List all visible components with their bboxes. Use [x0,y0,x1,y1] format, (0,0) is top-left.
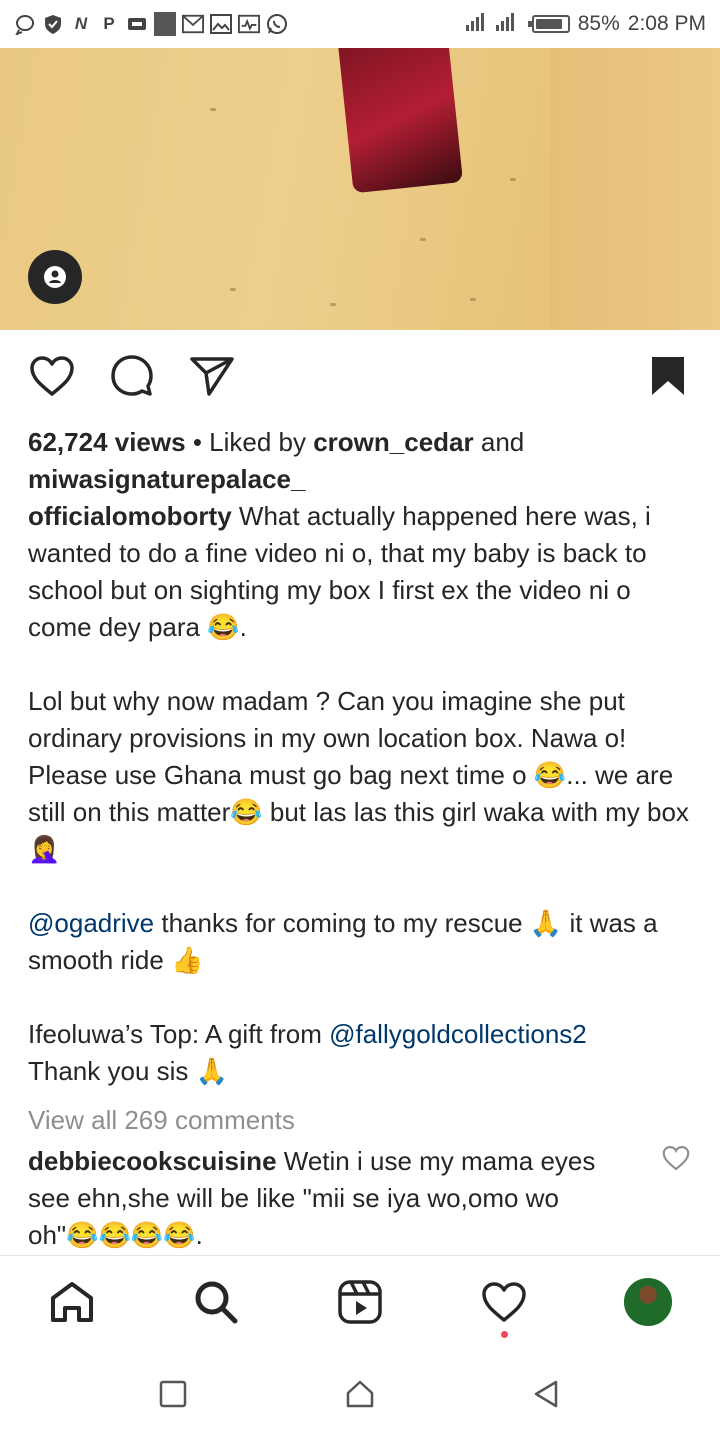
nav-home[interactable] [42,1272,102,1332]
caption-text: Thank you sis 🙏 [28,1056,229,1086]
nav-activity[interactable] [474,1272,534,1338]
view-all-comments-link[interactable]: View all 269 comments [28,1102,295,1139]
nav-search[interactable] [186,1272,246,1332]
caption-paragraph: @ogadrive thanks for coming to my rescue… [28,905,700,979]
post-video[interactable] [0,48,720,330]
share-button[interactable] [188,352,236,400]
home-icon [51,1281,93,1322]
post-text: 62,724 views • Liked by crown_cedar and … [28,424,700,1090]
bottom-navigation [0,1255,720,1347]
whatsapp-icon [266,13,288,35]
caption-username[interactable]: officialomoborty [28,501,232,531]
sand-speck [330,303,336,306]
sand-speck [210,108,216,111]
person-icon [44,266,66,288]
nav-reels[interactable] [330,1272,390,1332]
pulse-icon [238,13,260,35]
clock: 2:08 PM [627,12,706,35]
caption-paragraph: officialomoborty What actually happened … [28,498,700,646]
save-button[interactable] [644,352,692,400]
signal-icon [464,9,524,39]
caption-paragraph: Ifeoluwa’s Top: A gift from @fallygoldco… [28,1016,700,1090]
shield-icon [42,13,64,35]
notification-icons: N P [14,12,288,36]
battery-icon [527,15,570,33]
video-frame-edge [550,48,720,330]
search-icon [195,1281,238,1323]
post-actions [28,350,692,402]
caption-text: Ifeoluwa’s Top: A gift from [28,1019,322,1049]
p-icon: P [103,14,115,33]
message-icon [14,13,36,35]
home-button[interactable] [338,1372,382,1416]
heart-icon [30,356,74,396]
square-icon [160,1380,187,1407]
recents-button[interactable] [151,1372,195,1416]
heart-icon [482,1281,526,1322]
post-stats: 62,724 views • Liked by crown_cedar and … [28,424,700,498]
notification-dot [501,1330,508,1338]
comment-button[interactable] [108,352,156,400]
comment-icon [111,355,153,396]
square-icon [154,12,176,36]
gallery-icon [210,13,232,35]
system-navigation [0,1347,720,1440]
separator: • [192,427,210,457]
comment-like-button[interactable] [662,1145,690,1173]
comment-username[interactable]: debbiecookscuisine [28,1146,277,1176]
caption-paragraph: Lol but why now madam ? Can you imagine … [28,683,700,868]
liked-by-label: Liked by [209,427,306,457]
sand-speck [470,298,476,301]
liker-username[interactable]: crown_cedar [313,427,473,457]
comment-preview: debbiecookscuisine Wetin i use my mama e… [28,1143,628,1254]
caption-text: Lol but why now madam ? Can you imagine … [28,686,689,864]
liker-username[interactable]: miwasignaturepalace_ [28,464,305,494]
heart-icon [662,1145,690,1171]
status-bar: N P 85% 2:08 PM [0,0,720,48]
battery-level: 85% [577,12,620,35]
back-triangle-icon [534,1380,557,1407]
views-count[interactable]: 62,724 views [28,427,186,457]
sim-icon [126,13,148,35]
sand-speck [510,178,516,181]
nav-profile[interactable] [618,1272,678,1332]
mention-link[interactable]: @ogadrive [28,908,154,938]
send-icon [190,357,234,396]
like-button[interactable] [28,352,76,400]
bookmark-icon [652,357,684,395]
red-box [336,48,464,194]
sand-speck [230,288,236,291]
avatar [622,1275,674,1328]
system-status: 85% 2:08 PM [464,9,706,39]
gmail-icon [182,13,204,35]
tagged-users-button[interactable] [28,250,82,304]
and-label: and [480,427,525,457]
home-outline-icon [346,1380,374,1407]
back-button[interactable] [525,1372,569,1416]
mention-link[interactable]: @fallygoldcollections2 [329,1019,587,1049]
n-icon: N [74,14,88,33]
reels-icon [338,1279,382,1324]
sand-speck [420,238,426,241]
